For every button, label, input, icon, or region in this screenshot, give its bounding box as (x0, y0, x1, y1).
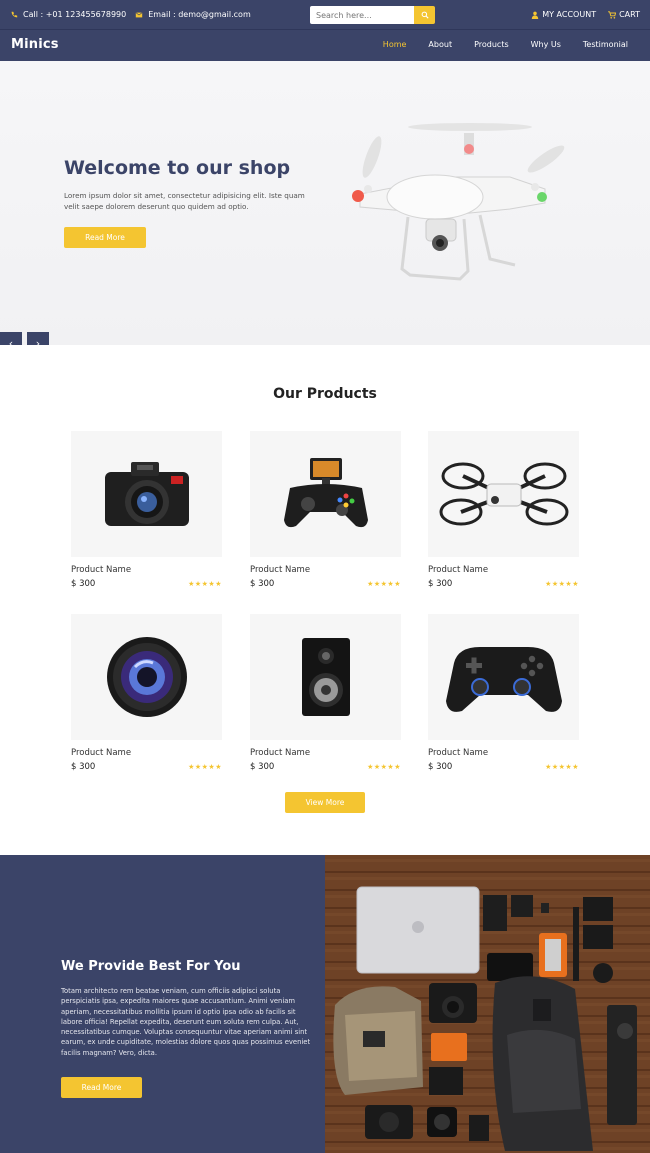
brand-logo[interactable]: Minics (11, 37, 59, 52)
main-navbar: Minics Home About Products Why Us Testim… (0, 30, 650, 61)
hero-slider: Welcome to our shop Lorem ipsum dolor si… (0, 61, 650, 345)
email-icon (135, 11, 143, 19)
gear-flatlay-image (325, 855, 650, 1153)
mini-drone-icon (439, 462, 568, 526)
product-name[interactable]: Product Name (71, 565, 222, 575)
product-name[interactable]: Product Name (250, 565, 401, 575)
lens-icon (106, 637, 187, 717)
top-bar: Call : +01 123455678990 Email : demo@gma… (0, 0, 650, 30)
my-account-link[interactable]: MY ACCOUNT (531, 10, 596, 19)
star-rating: ★★★★★ (367, 763, 401, 771)
hero-text: Lorem ipsum dolor sit amet, consectetur … (64, 191, 305, 211)
search-box (310, 6, 435, 24)
product-name[interactable]: Product Name (250, 748, 401, 758)
product-card[interactable]: Product Name $ 300 ★★★★★ (71, 431, 222, 589)
nav-item-why-us[interactable]: Why Us (531, 40, 561, 49)
photo-gear-illustration (325, 855, 650, 1153)
product-price: $ 300 (71, 762, 96, 772)
phone-icon (10, 11, 18, 19)
slider-arrows: ‹ › (0, 332, 49, 345)
my-account-label: MY ACCOUNT (542, 10, 597, 19)
hero-title: Welcome to our shop (64, 157, 291, 179)
email-text: Email : demo@gmail.com (148, 10, 251, 19)
about-text-panel: We Provide Best For You Totam architecto… (0, 855, 325, 1153)
product-name[interactable]: Product Name (71, 748, 222, 758)
product-image[interactable] (71, 614, 222, 740)
gamepad-phone-icon (283, 458, 368, 528)
search-button[interactable] (414, 6, 435, 24)
star-rating: ★★★★★ (367, 580, 401, 588)
slider-next-button[interactable]: › (27, 332, 49, 345)
nav-item-products[interactable]: Products (474, 40, 509, 49)
product-meta: $ 300 ★★★★★ (71, 579, 222, 589)
nav-menu: Home About Products Why Us Testimonial (383, 40, 628, 49)
product-meta: $ 300 ★★★★★ (250, 762, 401, 772)
product-card[interactable]: Product Name $ 300 ★★★★★ (250, 431, 401, 589)
product-image[interactable] (250, 614, 401, 740)
user-icon (531, 11, 539, 19)
product-card[interactable]: Product Name $ 300 ★★★★★ (71, 614, 222, 772)
star-rating: ★★★★★ (188, 763, 222, 771)
product-price: $ 300 (250, 762, 275, 772)
star-rating: ★★★★★ (545, 763, 579, 771)
about-title: We Provide Best For You (61, 959, 241, 974)
product-price: $ 300 (71, 579, 96, 589)
product-price: $ 300 (250, 579, 275, 589)
camera-icon (104, 462, 189, 526)
about-text: Totam architecto rem beatae veniam, cum … (61, 987, 311, 1057)
speaker-icon (301, 638, 350, 716)
product-card[interactable]: Product Name $ 300 ★★★★★ (428, 431, 579, 589)
nav-item-home[interactable]: Home (383, 40, 407, 49)
product-meta: $ 300 ★★★★★ (428, 762, 579, 772)
top-links: MY ACCOUNT CART (531, 10, 640, 19)
search-input[interactable] (310, 6, 414, 24)
nav-item-testimonial[interactable]: Testimonial (583, 40, 628, 49)
view-more-button[interactable]: View More (285, 792, 365, 813)
product-meta: $ 300 ★★★★★ (250, 579, 401, 589)
contact-info: Call : +01 123455678990 Email : demo@gma… (10, 10, 251, 19)
cart-icon (608, 10, 617, 19)
product-price: $ 300 (428, 762, 453, 772)
controller-icon (445, 647, 562, 712)
product-price: $ 300 (428, 579, 453, 589)
products-heading: Our Products (273, 386, 377, 402)
nav-item-about[interactable]: About (428, 40, 452, 49)
product-name[interactable]: Product Name (428, 748, 579, 758)
slider-prev-button[interactable]: ‹ (0, 332, 22, 345)
product-image[interactable] (428, 614, 579, 740)
product-image[interactable] (428, 431, 579, 557)
product-image[interactable] (250, 431, 401, 557)
call-text: Call : +01 123455678990 (23, 10, 127, 19)
about-section: We Provide Best For You Totam architecto… (0, 855, 650, 1153)
star-rating: ★★★★★ (545, 580, 579, 588)
cart-link[interactable]: CART (608, 10, 640, 19)
product-meta: $ 300 ★★★★★ (71, 762, 222, 772)
product-name[interactable]: Product Name (428, 565, 579, 575)
product-image[interactable] (71, 431, 222, 557)
drone-image (352, 123, 565, 281)
product-meta: $ 300 ★★★★★ (428, 579, 579, 589)
star-rating: ★★★★★ (188, 580, 222, 588)
product-card[interactable]: Product Name $ 300 ★★★★★ (250, 614, 401, 772)
hero-read-more-button[interactable]: Read More (64, 227, 146, 248)
about-read-more-button[interactable]: Read More (61, 1077, 142, 1098)
search-icon (421, 11, 429, 19)
cart-label: CART (619, 10, 640, 19)
product-card[interactable]: Product Name $ 300 ★★★★★ (428, 614, 579, 772)
